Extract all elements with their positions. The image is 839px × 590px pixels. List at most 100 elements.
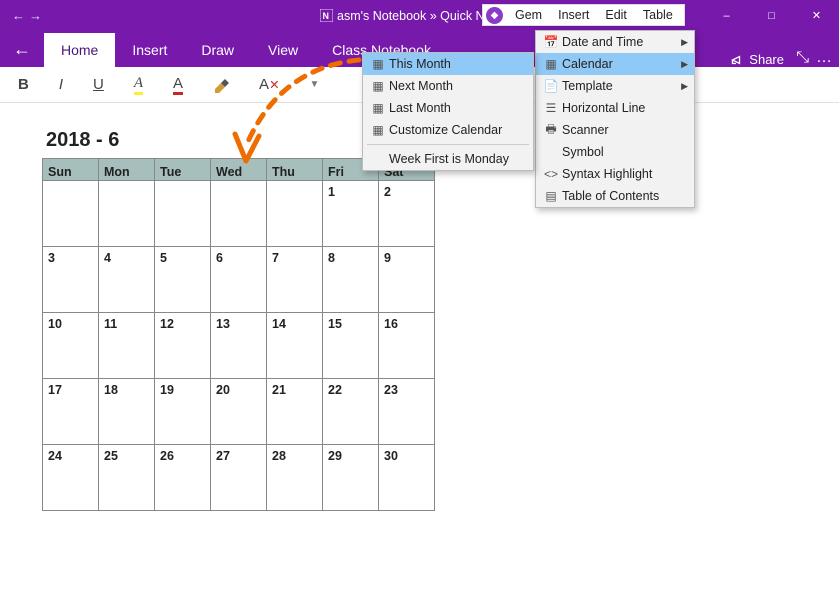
menu-item-label: Table of Contents (562, 189, 659, 203)
calendar-icon: ▦ (367, 123, 389, 137)
day-header-mon: Mon (99, 159, 155, 181)
share-button[interactable]: Share (729, 52, 784, 67)
gem-menubar: ◆ Gem Insert Edit Table (482, 4, 685, 26)
calendar-row: 1 2 (43, 181, 435, 247)
back-button[interactable]: ← (0, 31, 44, 67)
calendar-cell[interactable]: 24 (43, 445, 99, 511)
calendar-table: Sun Mon Tue Wed Thu Fri Sat 1 2 3 4 5 6 … (42, 158, 435, 511)
calendar-cell[interactable] (99, 181, 155, 247)
calendar-row: 17 18 19 20 21 22 23 (43, 379, 435, 445)
gem-menu-insert[interactable]: Insert (550, 8, 597, 22)
menu-item-customize-calendar[interactable]: ▦ Customize Calendar (363, 119, 533, 141)
menu-item-label: Template (562, 79, 613, 93)
menu-item-hline[interactable]: ☰ Horizontal Line (536, 97, 694, 119)
fullscreen-icon[interactable]: ⤡ (796, 49, 809, 67)
calendar-icon: ▦ (367, 57, 389, 71)
calendar-cell[interactable] (267, 181, 323, 247)
onenote-icon: N (320, 9, 333, 22)
calendar-cell[interactable]: 15 (323, 313, 379, 379)
template-icon: 📄 (540, 79, 562, 93)
calendar-cell[interactable]: 6 (211, 247, 267, 313)
calendar-icon: ▦ (367, 79, 389, 93)
calendar-cell[interactable]: 1 (323, 181, 379, 247)
calendar-row: 3 4 5 6 7 8 9 (43, 247, 435, 313)
calendar-cell[interactable]: 2 (379, 181, 435, 247)
calendar-cell[interactable]: 29 (323, 445, 379, 511)
calendar-cell[interactable]: 23 (379, 379, 435, 445)
day-header-tue: Tue (155, 159, 211, 181)
hline-icon: ☰ (540, 101, 562, 115)
calendar-cell[interactable]: 21 (267, 379, 323, 445)
share-label: Share (749, 52, 784, 67)
menu-item-toc[interactable]: ▤ Table of Contents (536, 185, 694, 207)
menu-item-calendar[interactable]: ▦ Calendar ▶ (536, 53, 694, 75)
menu-item-last-month[interactable]: ▦ Last Month (363, 97, 533, 119)
clear-format-button[interactable] (213, 77, 229, 93)
menu-item-syntax[interactable]: <> Syntax Highlight (536, 163, 694, 185)
tab-home[interactable]: Home (44, 33, 115, 67)
calendar-cell[interactable]: 17 (43, 379, 99, 445)
maximize-button[interactable]: □ (749, 0, 794, 31)
tab-insert[interactable]: Insert (115, 33, 184, 67)
calendar-cell[interactable]: 28 (267, 445, 323, 511)
menu-item-scanner[interactable]: 🖶 Scanner (536, 119, 694, 141)
gem-menu-table[interactable]: Table (635, 8, 681, 22)
menu-separator (367, 144, 529, 145)
calendar-cell[interactable]: 11 (99, 313, 155, 379)
calendar-cell[interactable]: 22 (323, 379, 379, 445)
calendar-icon: ▦ (367, 101, 389, 115)
menu-item-next-month[interactable]: ▦ Next Month (363, 75, 533, 97)
minimize-button[interactable]: – (704, 0, 749, 31)
calendar-cell[interactable]: 16 (379, 313, 435, 379)
calendar-cell[interactable]: 5 (155, 247, 211, 313)
datetime-icon: 📅 (540, 35, 562, 49)
menu-item-template[interactable]: 📄 Template ▶ (536, 75, 694, 97)
menu-item-label: Last Month (389, 101, 451, 115)
calendar-cell[interactable]: 9 (379, 247, 435, 313)
calendar-cell[interactable]: 8 (323, 247, 379, 313)
calendar-submenu: ▦ This Month ▦ Next Month ▦ Last Month ▦… (362, 52, 534, 171)
calendar-cell[interactable] (43, 181, 99, 247)
calendar-cell[interactable]: 19 (155, 379, 211, 445)
calendar-cell[interactable] (211, 181, 267, 247)
calendar-cell[interactable]: 4 (99, 247, 155, 313)
calendar-cell[interactable]: 12 (155, 313, 211, 379)
gem-menu-edit[interactable]: Edit (597, 8, 635, 22)
italic-button[interactable]: I (59, 76, 63, 93)
close-button[interactable]: ✕ (794, 0, 839, 31)
calendar-cell[interactable]: 13 (211, 313, 267, 379)
underline-button[interactable]: U (93, 76, 104, 93)
chevron-right-icon: ▶ (681, 37, 688, 48)
calendar-cell[interactable]: 30 (379, 445, 435, 511)
more-icon[interactable]: … (816, 49, 833, 67)
gem-icon[interactable]: ◆ (486, 7, 503, 24)
nav-back-icon[interactable]: ← (12, 8, 25, 23)
calendar-cell[interactable]: 26 (155, 445, 211, 511)
calendar-cell[interactable]: 25 (99, 445, 155, 511)
calendar-cell[interactable]: 10 (43, 313, 99, 379)
menu-item-label: Date and Time (562, 35, 643, 49)
nav-forward-icon[interactable]: → (29, 8, 42, 23)
bold-button[interactable]: B (18, 76, 29, 93)
chevron-right-icon: ▶ (681, 81, 688, 92)
calendar-cell[interactable] (155, 181, 211, 247)
menu-item-symbol[interactable]: Symbol (536, 141, 694, 163)
highlight-button[interactable]: A (134, 75, 143, 95)
calendar-cell[interactable]: 3 (43, 247, 99, 313)
calendar-cell[interactable]: 18 (99, 379, 155, 445)
menu-item-label: Week First is Monday (389, 152, 509, 166)
menu-item-this-month[interactable]: ▦ This Month (363, 53, 533, 75)
calendar-row: 10 11 12 13 14 15 16 (43, 313, 435, 379)
calendar-cell[interactable]: 20 (211, 379, 267, 445)
font-color-button[interactable]: A (173, 75, 183, 95)
menu-item-datetime[interactable]: 📅 Date and Time ▶ (536, 31, 694, 53)
menu-item-label: Scanner (562, 123, 609, 137)
calendar-cell[interactable]: 27 (211, 445, 267, 511)
calendar-cell[interactable]: 7 (267, 247, 323, 313)
calendar-cell[interactable]: 14 (267, 313, 323, 379)
gem-menu-gem[interactable]: Gem (507, 8, 550, 22)
menu-item-label: This Month (389, 57, 451, 71)
menu-item-label: Syntax Highlight (562, 167, 652, 181)
svg-text:N: N (322, 11, 328, 21)
menu-item-week-first-monday[interactable]: Week First is Monday (363, 148, 533, 170)
